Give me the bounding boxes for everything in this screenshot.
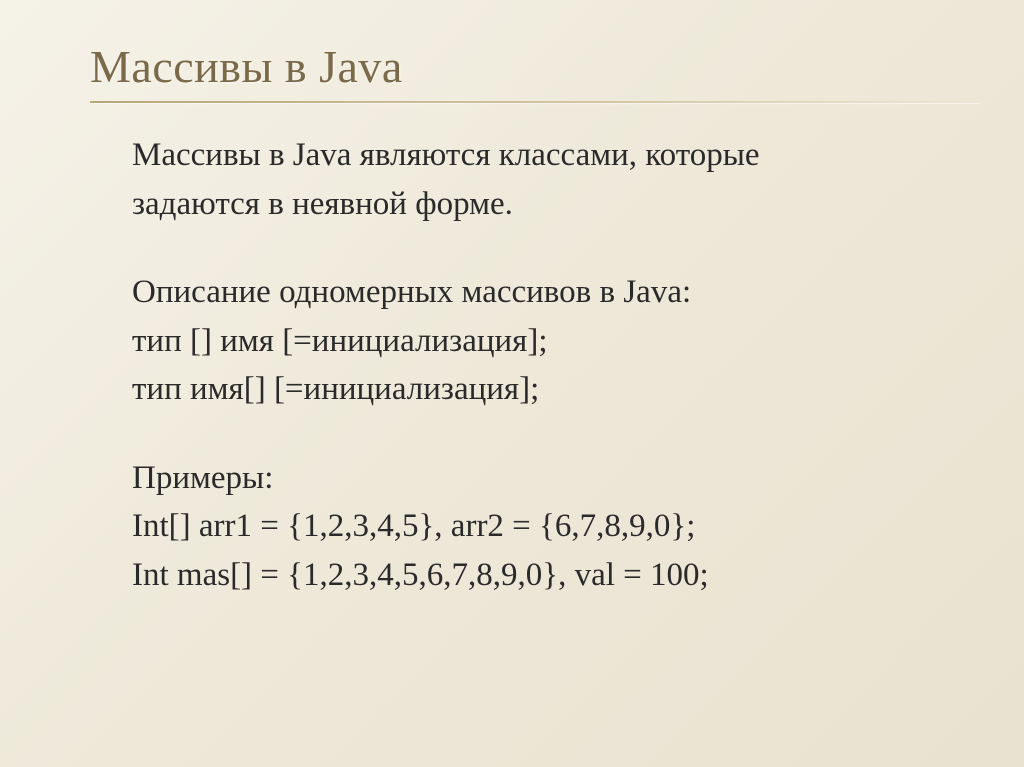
spacer xyxy=(132,416,954,456)
title-underline xyxy=(90,101,980,103)
examples-label: Примеры: xyxy=(132,456,954,501)
syntax-line2: тип имя[] [=инициализация]; xyxy=(132,367,954,412)
description-text: Описание одномерных массивов в Java: xyxy=(132,270,954,315)
syntax-line1: тип [] имя [=инициализация]; xyxy=(132,319,954,364)
slide-content: Массивы в Java являются классами, которы… xyxy=(90,133,954,597)
intro-text-line2: задаются в неявной форме. xyxy=(132,182,954,227)
spacer xyxy=(132,230,954,270)
example-line2: Int mas[] = {1,2,3,4,5,6,7,8,9,0}, val =… xyxy=(132,553,954,598)
slide-title: Массивы в Java xyxy=(90,40,954,93)
slide-container: Массивы в Java Массивы в Java являются к… xyxy=(0,0,1024,767)
intro-text-line1: Массивы в Java являются классами, которы… xyxy=(132,133,954,178)
example-line1: Int[] arr1 = {1,2,3,4,5}, arr2 = {6,7,8,… xyxy=(132,504,954,549)
